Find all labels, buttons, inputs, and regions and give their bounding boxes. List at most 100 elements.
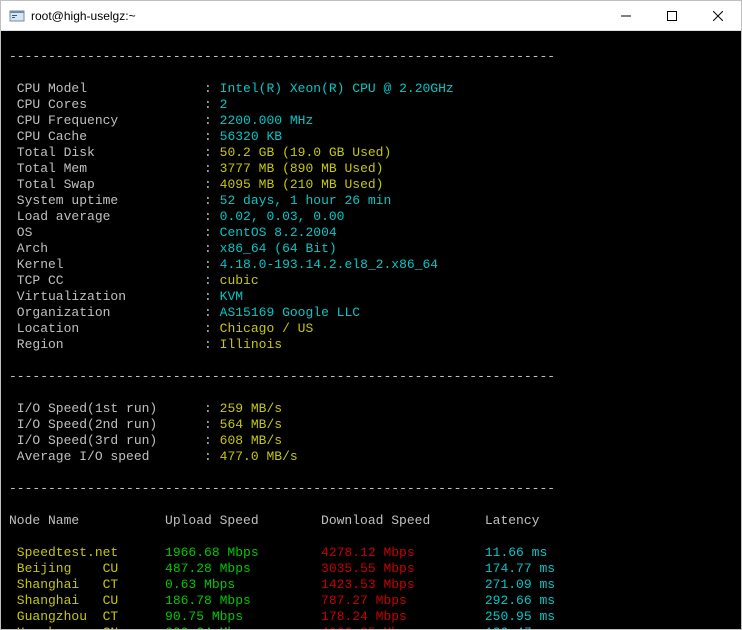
upload-speed: 186.78 Mbps — [165, 593, 321, 609]
info-label: Total Disk — [9, 145, 204, 160]
io-row: I/O Speed(3rd run) : 608 MB/s — [9, 433, 733, 449]
speedtest-row: Beijing CU 487.28 Mbps 3035.55 Mbps 174.… — [9, 561, 733, 577]
speedtest-header: Node NameUpload SpeedDownload SpeedLaten… — [9, 513, 733, 529]
info-value: CentOS 8.2.2004 — [220, 225, 337, 240]
info-value: cubic — [220, 273, 259, 288]
latency: 271.09 ms — [485, 577, 555, 593]
info-label: Location — [9, 321, 204, 336]
info-row: Load average : 0.02, 0.03, 0.00 — [9, 209, 733, 225]
info-value: 52 days, 1 hour 26 min — [220, 193, 392, 208]
node-name: Speedtest.net — [9, 545, 165, 561]
latency: 174.77 ms — [485, 561, 555, 577]
info-label: CPU Model — [9, 81, 204, 96]
upload-speed: 90.75 Mbps — [165, 609, 321, 625]
io-label: I/O Speed(1st run) — [9, 401, 204, 416]
upload-speed: 622.24 Mbps — [165, 625, 321, 629]
info-row: System uptime : 52 days, 1 hour 26 min — [9, 193, 733, 209]
info-label: Total Swap — [9, 177, 204, 192]
info-label: CPU Cores — [9, 97, 204, 112]
info-value: 56320 KB — [220, 129, 282, 144]
app-icon — [9, 8, 25, 24]
io-row: I/O Speed(2nd run) : 564 MB/s — [9, 417, 733, 433]
latency: 11.66 ms — [485, 545, 547, 561]
info-row: Kernel : 4.18.0-193.14.2.el8_2.x86_64 — [9, 257, 733, 273]
info-value: KVM — [220, 289, 243, 304]
terminal-output[interactable]: ----------------------------------------… — [1, 31, 741, 629]
latency: 132.47 ms — [485, 625, 555, 629]
io-label: I/O Speed(2nd run) — [9, 417, 204, 432]
io-value: 477.0 MB/s — [220, 449, 298, 464]
io-row: Average I/O speed : 477.0 MB/s — [9, 449, 733, 465]
info-value: 4.18.0-193.14.2.el8_2.x86_64 — [220, 257, 438, 272]
divider: ----------------------------------------… — [9, 49, 733, 65]
speedtest-row: Shanghai CU 186.78 Mbps 787.27 Mbps 292.… — [9, 593, 733, 609]
node-name: Beijing CU — [9, 561, 165, 577]
info-label: Virtualization — [9, 289, 204, 304]
info-row: Total Swap : 4095 MB (210 MB Used) — [9, 177, 733, 193]
speedtest-row: Shanghai CT 0.63 Mbps 1423.53 Mbps 271.0… — [9, 577, 733, 593]
io-row: I/O Speed(1st run) : 259 MB/s — [9, 401, 733, 417]
info-value: 2200.000 MHz — [220, 113, 314, 128]
info-value: 0.02, 0.03, 0.00 — [220, 209, 345, 224]
info-value: x86_64 (64 Bit) — [220, 241, 337, 256]
io-value: 608 MB/s — [220, 433, 282, 448]
info-row: TCP CC : cubic — [9, 273, 733, 289]
titlebar[interactable]: root@high-uselgz:~ — [1, 1, 741, 31]
node-name: Shanghai CT — [9, 577, 165, 593]
info-row: CPU Frequency : 2200.000 MHz — [9, 113, 733, 129]
info-row: Virtualization : KVM — [9, 289, 733, 305]
speedtest-row: Speedtest.net 1966.68 Mbps 4278.12 Mbps … — [9, 545, 733, 561]
info-row: Total Disk : 50.2 GB (19.0 GB Used) — [9, 145, 733, 161]
divider: ----------------------------------------… — [9, 369, 733, 385]
maximize-button[interactable] — [649, 1, 695, 30]
info-row: Organization : AS15169 Google LLC — [9, 305, 733, 321]
io-value: 259 MB/s — [220, 401, 282, 416]
info-label: Region — [9, 337, 204, 352]
upload-speed: 487.28 Mbps — [165, 561, 321, 577]
download-speed: 4066.95 Mbps — [321, 625, 485, 629]
upload-speed: 0.63 Mbps — [165, 577, 321, 593]
info-value: Intel(R) Xeon(R) CPU @ 2.20GHz — [220, 81, 454, 96]
info-label: Organization — [9, 305, 204, 320]
info-label: OS — [9, 225, 204, 240]
divider: ----------------------------------------… — [9, 481, 733, 497]
info-value: Chicago / US — [220, 321, 314, 336]
info-label: Total Mem — [9, 161, 204, 176]
info-row: CPU Cache : 56320 KB — [9, 129, 733, 145]
close-icon — [713, 11, 723, 21]
info-value: 4095 MB (210 MB Used) — [220, 177, 384, 192]
download-speed: 1423.53 Mbps — [321, 577, 485, 593]
close-button[interactable] — [695, 1, 741, 30]
io-value: 564 MB/s — [220, 417, 282, 432]
upload-speed: 1966.68 Mbps — [165, 545, 321, 561]
info-row: Total Mem : 3777 MB (890 MB Used) — [9, 161, 733, 177]
info-label: Arch — [9, 241, 204, 256]
info-row: OS : CentOS 8.2.2004 — [9, 225, 733, 241]
info-row: Region : Illinois — [9, 337, 733, 353]
download-speed: 4278.12 Mbps — [321, 545, 485, 561]
download-speed: 3035.55 Mbps — [321, 561, 485, 577]
info-value: Illinois — [220, 337, 282, 352]
info-value: 50.2 GB (19.0 GB Used) — [220, 145, 392, 160]
speedtest-row: Guangzhou CT 90.75 Mbps 178.24 Mbps 250.… — [9, 609, 733, 625]
speedtest-row: Hongkong CN 622.24 Mbps 4066.95 Mbps 132… — [9, 625, 733, 629]
info-row: Arch : x86_64 (64 Bit) — [9, 241, 733, 257]
node-name: Shanghai CU — [9, 593, 165, 609]
info-value: 2 — [220, 97, 228, 112]
info-label: CPU Cache — [9, 129, 204, 144]
minimize-button[interactable] — [603, 1, 649, 30]
info-value: AS15169 Google LLC — [220, 305, 360, 320]
latency: 292.66 ms — [485, 593, 555, 609]
node-name: Guangzhou CT — [9, 609, 165, 625]
maximize-icon — [667, 11, 677, 21]
info-label: CPU Frequency — [9, 113, 204, 128]
info-value: 3777 MB (890 MB Used) — [220, 161, 384, 176]
download-speed: 787.27 Mbps — [321, 593, 485, 609]
window-title: root@high-uselgz:~ — [31, 9, 603, 23]
info-row: Location : Chicago / US — [9, 321, 733, 337]
info-row: CPU Cores : 2 — [9, 97, 733, 113]
io-label: Average I/O speed — [9, 449, 204, 464]
minimize-icon — [621, 11, 631, 21]
node-name: Hongkong CN — [9, 625, 165, 629]
download-speed: 178.24 Mbps — [321, 609, 485, 625]
